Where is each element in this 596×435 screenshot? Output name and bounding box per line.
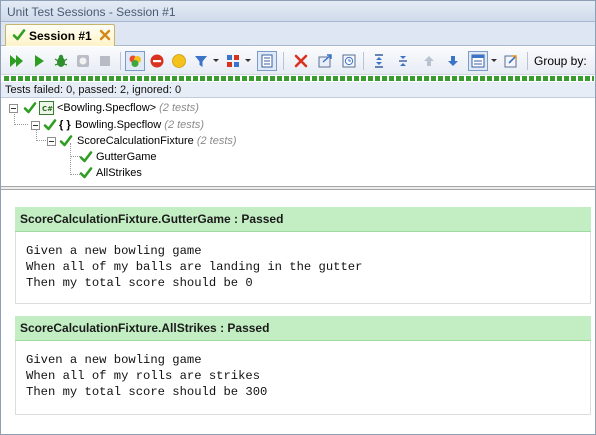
project-test-count: (2 tests) xyxy=(159,102,199,114)
run-icon[interactable] xyxy=(29,51,49,71)
expand-all-icon[interactable] xyxy=(369,51,389,71)
debug-icon[interactable] xyxy=(51,51,71,71)
output-line: Then my total score should be 0 xyxy=(26,276,253,290)
collapse-all-icon[interactable] xyxy=(393,51,413,71)
tree-node-fixture[interactable]: ScoreCalculationFixture (2 tests) xyxy=(1,133,301,149)
output-line: Given a new bowling game xyxy=(26,244,202,258)
categories-icon[interactable] xyxy=(223,51,243,71)
remove-icon[interactable] xyxy=(291,51,311,71)
categories-dropdown-arrow[interactable] xyxy=(245,59,251,62)
collapse-toggle-icon[interactable] xyxy=(31,121,40,130)
fixture-label: ScoreCalculationFixture xyxy=(77,135,194,147)
ignored-filter-icon[interactable] xyxy=(169,51,189,71)
move-down-icon[interactable] xyxy=(443,51,463,71)
collapse-toggle-icon[interactable] xyxy=(9,104,18,113)
tree-node-test[interactable]: GutterGame xyxy=(1,149,221,165)
tab-session-1[interactable]: Session #1 xyxy=(5,24,115,46)
collapse-toggle-icon[interactable] xyxy=(47,137,56,146)
group-by-label: Group by: xyxy=(534,54,587,68)
show-output-icon[interactable] xyxy=(257,51,277,71)
fixture-test-count: (2 tests) xyxy=(196,135,237,147)
stop-icon[interactable] xyxy=(95,51,115,71)
timestamp-icon[interactable] xyxy=(339,51,359,71)
output-line: When all of my balls are landing in the … xyxy=(26,260,363,274)
tab-label: Session #1 xyxy=(29,29,92,43)
result-header: ScoreCalculationFixture.AllStrikes : Pas… xyxy=(15,316,591,341)
tree-node-namespace[interactable]: { } Bowling.Specflow (2 tests) xyxy=(1,117,261,133)
output-line: When all of my rolls are strikes xyxy=(26,369,261,383)
filter-icon[interactable] xyxy=(191,51,211,71)
result-output: Given a new bowling game When all of my … xyxy=(15,341,591,415)
unit-test-sessions-window: Unit Test Sessions - Session #1 Session … xyxy=(0,0,596,435)
project-label: <Bowling.Specflow> xyxy=(57,102,157,114)
layout-icon[interactable] xyxy=(468,51,488,71)
status-summary: Tests failed: 0, passed: 2, ignored: 0 xyxy=(1,82,595,98)
failed-filter-icon[interactable] xyxy=(147,51,167,71)
test-tree: C# <Bowling.Specflow> (2 tests) { } Bowl… xyxy=(1,98,595,186)
layout-dropdown-arrow[interactable] xyxy=(491,59,497,62)
profile-icon[interactable] xyxy=(73,51,93,71)
output-line: Then my total score should be 300 xyxy=(26,385,268,399)
filter-dropdown-arrow[interactable] xyxy=(213,59,219,62)
session-tab-strip: Session #1 xyxy=(1,22,595,46)
toolbar: Group by: xyxy=(1,47,595,75)
tree-node-test[interactable]: AllStrikes xyxy=(1,165,221,181)
result-header: ScoreCalculationFixture.GutterGame : Pas… xyxy=(15,207,591,232)
result-output: Given a new bowling game When all of my … xyxy=(15,232,591,304)
svg-text:C#: C# xyxy=(42,105,53,113)
close-tab-icon[interactable] xyxy=(98,28,112,42)
namespace-label: Bowling.Specflow xyxy=(75,119,162,131)
test-progress-bar xyxy=(4,76,594,81)
export-icon[interactable] xyxy=(315,51,335,71)
test-output-pane: ScoreCalculationFixture.GutterGame : Pas… xyxy=(1,190,595,434)
namespace-braces-icon: { } xyxy=(59,119,71,131)
namespace-test-count: (2 tests) xyxy=(164,119,205,131)
move-up-icon[interactable] xyxy=(419,51,439,71)
show-all-icon[interactable] xyxy=(125,51,145,71)
test-label: GutterGame xyxy=(96,151,157,163)
passed-check-icon xyxy=(12,28,26,45)
run-all-icon[interactable] xyxy=(7,51,27,71)
tree-node-project[interactable]: C# <Bowling.Specflow> (2 tests) xyxy=(1,100,261,116)
test-label: AllStrikes xyxy=(96,167,142,179)
options-icon[interactable] xyxy=(501,51,521,71)
window-title: Unit Test Sessions - Session #1 xyxy=(1,1,595,22)
output-line: Given a new bowling game xyxy=(26,353,202,367)
passed-check-icon xyxy=(79,166,93,185)
